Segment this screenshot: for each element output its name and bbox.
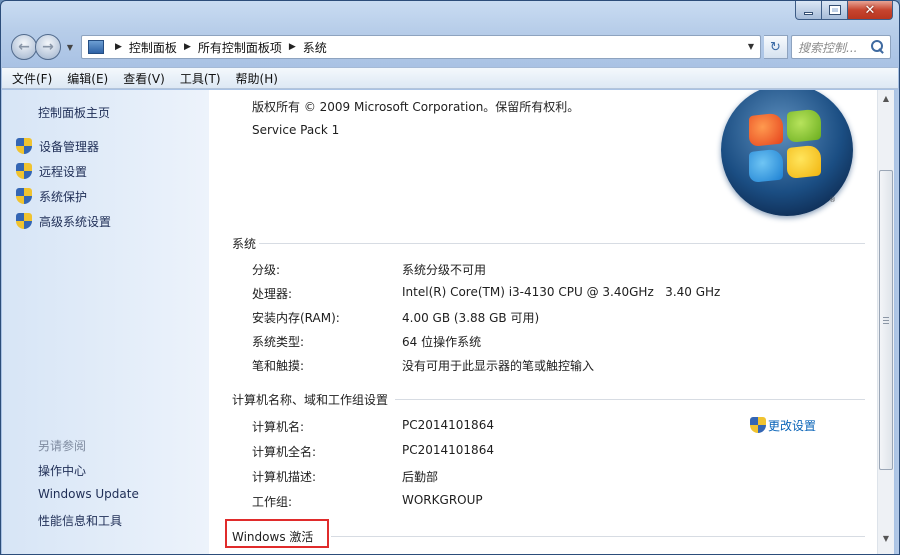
shield-icon [16,163,32,180]
menu-view[interactable]: 查看(V) [123,70,165,87]
system-section-title: 系统 [232,237,257,251]
search-box[interactable]: 搜索控制... [791,35,891,59]
vertical-scrollbar[interactable]: ▲ ▼ [877,90,894,554]
task-label[interactable]: 系统保护 [39,188,87,205]
menu-bar: 文件(F) 编辑(E) 查看(V) 工具(T) 帮助(H) [2,67,898,89]
full-computer-name-value: PC2014101864 [402,443,494,457]
see-also-windows-update[interactable]: Windows Update [38,487,139,501]
task-system-protection[interactable]: 系统保护 [16,188,87,205]
chevron-down-icon: ▼ [882,533,890,543]
close-icon: ✕ [864,2,876,18]
computer-name-section-title: 计算机名称、域和工作组设置 [232,393,389,407]
breadcrumb-system[interactable]: 系统 [303,39,327,56]
breadcrumb-separator-icon[interactable]: ▶ [115,42,122,52]
back-arrow-icon: ← [18,39,30,55]
task-label[interactable]: 设备管理器 [39,138,99,155]
section-divider [331,536,865,537]
section-divider [395,399,865,400]
back-button[interactable]: ← [11,34,37,60]
window-frame-edge [894,90,899,554]
shield-icon [16,213,32,230]
scroll-down-button[interactable]: ▼ [878,530,894,546]
see-also-performance-info[interactable]: 性能信息和工具 [38,512,122,529]
full-computer-name-label: 计算机全名: [252,445,317,459]
task-device-manager[interactable]: 设备管理器 [16,138,99,155]
service-pack-text: Service Pack 1 [252,123,340,137]
menu-tools[interactable]: 工具(T) [180,70,221,87]
ram-value: 4.00 GB (3.88 GB 可用) [402,311,540,325]
system-type-label: 系统类型: [252,335,305,349]
grip-icon [883,316,889,324]
windows-flag-icon [749,108,825,186]
pen-touch-value: 没有可用于此显示器的笔或触控输入 [402,359,595,373]
computer-name-label: 计算机名: [252,420,305,434]
processor-value: Intel(R) Core(TM) i3-4130 CPU @ 3.40GHz … [402,285,721,299]
task-remote-settings[interactable]: 远程设置 [16,163,87,180]
menu-help[interactable]: 帮助(H) [236,70,278,87]
task-advanced-system-settings[interactable]: 高级系统设置 [16,213,111,230]
search-input[interactable]: 搜索控制... [792,39,870,56]
control-panel-home-link[interactable]: 控制面板主页 [38,104,110,121]
system-type-value: 64 位操作系统 [402,335,482,349]
close-button[interactable]: ✕ [848,1,893,20]
windows-activation-section-title: Windows 激活 [232,530,314,544]
address-dropdown-icon[interactable]: ▼ [748,42,754,51]
minimize-button[interactable] [795,1,822,20]
shield-icon [750,417,766,434]
menu-file[interactable]: 文件(F) [12,70,52,87]
maximize-icon [828,5,841,15]
chevron-down-icon: ▼ [66,42,74,52]
maximize-button[interactable] [822,1,848,20]
change-settings-link[interactable]: 更改设置 [750,417,816,434]
breadcrumb-control-panel[interactable]: 控制面板 [129,39,177,56]
see-also-heading: 另请参阅 [38,439,87,453]
shield-icon [16,188,32,205]
search-icon[interactable] [870,39,886,55]
computer-description-value: 后勤部 [402,470,439,484]
computer-name-value: PC2014101864 [402,418,494,432]
rating-label: 分级: [252,263,281,277]
task-label[interactable]: 高级系统设置 [39,213,111,230]
pen-touch-label: 笔和触摸: [252,359,305,373]
scroll-thumb[interactable] [879,170,893,470]
breadcrumb-separator-icon[interactable]: ▶ [289,42,296,52]
refresh-button[interactable]: ↻ [764,35,788,59]
processor-label: 处理器: [252,287,293,301]
main-content: 版权所有 © 2009 Microsoft Corporation。保留所有权利… [209,90,877,554]
breadcrumb-all-items[interactable]: 所有控制面板项 [198,39,282,56]
forward-button[interactable]: → [35,34,61,60]
workgroup-label: 工作组: [252,495,293,509]
registered-mark-icon: ® [829,196,836,204]
breadcrumb-separator-icon[interactable]: ▶ [184,42,191,52]
shield-icon [16,138,32,155]
system-window: ✕ ← → ▼ ▶ 控制面板 ▶ 所有控制面板项 ▶ 系统 ▼ ↻ 搜索控制..… [0,0,900,555]
forward-arrow-icon: → [42,39,54,55]
recent-pages-dropdown[interactable]: ▼ [63,40,77,54]
copyright-text: 版权所有 © 2009 Microsoft Corporation。保留所有权利… [252,100,580,114]
refresh-icon: ↻ [770,39,781,55]
scroll-up-button[interactable]: ▲ [878,90,894,106]
address-bar[interactable]: ▶ 控制面板 ▶ 所有控制面板项 ▶ 系统 ▼ [81,35,761,59]
computer-description-label: 计算机描述: [252,470,317,484]
change-settings-label[interactable]: 更改设置 [768,417,816,434]
chevron-up-icon: ▲ [882,93,890,103]
caption-buttons: ✕ [795,1,893,21]
menu-edit[interactable]: 编辑(E) [67,70,108,87]
navigation-bar: ← → ▼ ▶ 控制面板 ▶ 所有控制面板项 ▶ 系统 ▼ ↻ 搜索控制... [9,31,891,63]
control-panel-icon [88,40,104,54]
task-label[interactable]: 远程设置 [39,163,87,180]
rating-value-link[interactable]: 系统分级不可用 [402,261,486,278]
minimize-icon [804,11,813,15]
see-also-action-center[interactable]: 操作中心 [38,462,86,479]
left-task-pane: 控制面板主页 设备管理器 远程设置 系统保护 高级系统设置 另请参阅 操作中心 … [2,90,209,554]
section-divider [259,243,865,244]
ram-label: 安装内存(RAM): [252,311,340,325]
workgroup-value: WORKGROUP [402,493,483,507]
